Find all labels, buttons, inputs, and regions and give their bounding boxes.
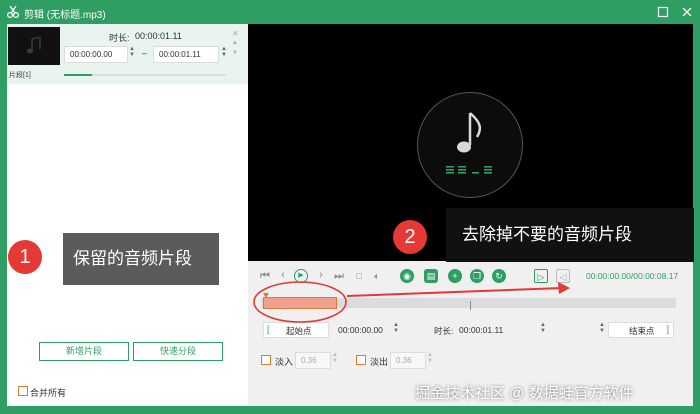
fade-in-input[interactable]: 0.36	[295, 352, 331, 369]
title-bar: 剪辑 (无标题.mp3)	[0, 0, 700, 24]
fade-out-spinner[interactable]: ▲ ▼	[426, 352, 434, 364]
move-down-icon[interactable]: ▼	[232, 50, 238, 56]
annotation-callout-1: 保留的音频片段	[63, 233, 219, 285]
start-spinner[interactable]: ▲ ▼	[128, 46, 136, 58]
maximize-icon[interactable]	[656, 5, 670, 19]
segment-label: 片段[1]	[9, 72, 31, 79]
merge-all-checkbox[interactable]	[18, 386, 28, 396]
fade-in-label: 淡入	[275, 357, 294, 367]
annotation-markings	[253, 281, 570, 323]
end-point-label: 结束点	[629, 326, 655, 336]
duration-label: 时长:	[109, 33, 130, 43]
move-up-icon[interactable]: ▲	[232, 40, 238, 46]
segment-card[interactable]: 时长: 00:00:01.11 ✕ ▲ 00:00:00.00 ▲ ▼ – 00:…	[7, 24, 248, 84]
fade-in-checkbox[interactable]	[261, 355, 271, 365]
music-note-icon	[457, 112, 482, 153]
annotation-callout-2: 去除掉不要的音频片段	[446, 208, 694, 262]
end-spinner[interactable]: ▲ ▼	[220, 46, 228, 58]
annotation-ellipse	[253, 281, 347, 323]
music-note-icon	[26, 37, 41, 54]
fade-out-label: 淡出	[370, 357, 389, 367]
scissors-icon	[6, 5, 20, 19]
segment-thumbnail	[8, 27, 60, 65]
close-icon[interactable]	[680, 5, 694, 19]
quick-split-button[interactable]: 快速分段	[133, 342, 223, 361]
segment-progress-fill	[64, 74, 92, 76]
window-title: 剪辑 (无标题.mp3)	[24, 10, 106, 21]
segment-list-panel: 时长: 00:00:01.11 ✕ ▲ 00:00:00.00 ▲ ▼ – 00:…	[7, 24, 248, 406]
time-display: 00:00:00.00/00:00:08.17	[586, 271, 679, 281]
end-point-button[interactable]: 结束点 ]	[608, 322, 674, 338]
annotation-badge-1: 1	[8, 240, 42, 274]
duration-value: 00:00:01.11	[135, 31, 182, 41]
annotation-arrow-head	[558, 282, 570, 294]
segment-end-input[interactable]: 00:00:01.11	[153, 46, 219, 63]
equalizer-icon	[446, 166, 492, 174]
annotation-arrow-shaft	[346, 287, 563, 297]
audio-disc	[417, 92, 523, 198]
segment-start-input[interactable]: 00:00:00.00	[64, 46, 128, 63]
merge-all-label: 合并所有	[30, 388, 67, 398]
segment-progress-track[interactable]	[64, 74, 226, 76]
add-segment-button[interactable]: 新增片段	[39, 342, 129, 361]
trim-end-spinner[interactable]: ▲ ▼	[598, 322, 606, 334]
annotation-badge-2: 2	[393, 220, 427, 254]
remove-segment-icon[interactable]: ✕	[232, 29, 239, 38]
watermark: 掘金技术社区 @ 数据蛙官方软件	[415, 385, 634, 402]
fade-out-input[interactable]: 0.36	[390, 352, 426, 369]
time-separator: –	[142, 48, 148, 58]
fade-in-spinner[interactable]: ▲ ▼	[331, 352, 339, 364]
fade-out-checkbox[interactable]	[356, 355, 366, 365]
